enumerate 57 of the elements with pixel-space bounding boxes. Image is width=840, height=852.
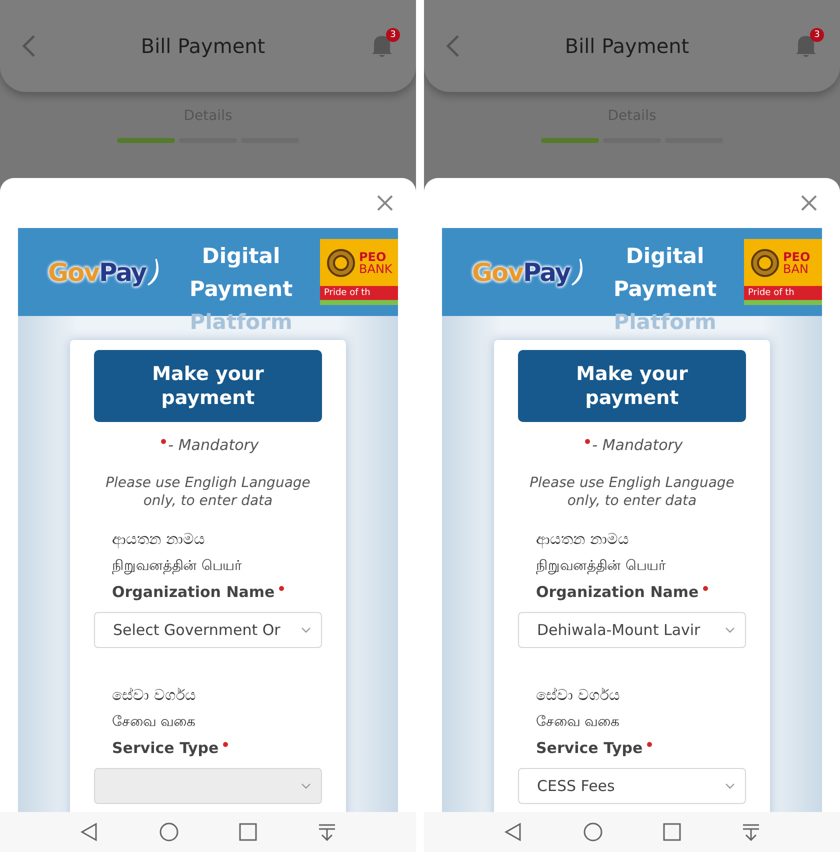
recents-icon[interactable] [239, 823, 258, 841]
field-label: ආයතන නාමය [535, 529, 630, 550]
download-icon[interactable] [318, 823, 336, 841]
emblem-icon [326, 248, 356, 278]
chevron-down-icon [725, 783, 735, 789]
bank-name: PEO [783, 250, 810, 262]
bank-name: PEO [359, 250, 388, 262]
logo: GovPay [472, 257, 586, 287]
close-icon[interactable] [800, 194, 818, 212]
chevron-down-icon [301, 783, 311, 789]
banner-title-line: Digital [626, 242, 704, 270]
emblem-icon [750, 248, 780, 278]
field-label: சேவை வகை [111, 713, 196, 732]
recents-icon[interactable] [663, 823, 682, 841]
field-label: ආයතන නාමය [111, 529, 206, 550]
mandatory-note: - Mandatory [168, 436, 259, 454]
field-label: Service Type [112, 738, 219, 759]
instruction-text: Please use Engligh Language only, to enter data [104, 474, 312, 510]
page-title: Bill Payment [140, 34, 266, 58]
banner-title-line: Platform [614, 308, 716, 336]
make-payment-button[interactable]: Make your payment [94, 350, 322, 422]
field-label: Organization Name [536, 582, 699, 603]
bank-name: BANK [359, 262, 392, 274]
make-payment-button[interactable]: Make your payment [518, 350, 746, 422]
back-icon[interactable] [504, 822, 522, 842]
instruction-text: Please use Engligh Language only, to enter data [528, 474, 736, 510]
notification-badge: 3 [810, 28, 824, 42]
bank-tagline: Pride of th [744, 286, 822, 300]
chevron-down-icon [725, 627, 735, 633]
select-field[interactable]: Select Government Or [94, 612, 322, 648]
bank-name: BAN [783, 262, 810, 274]
chevron-down-icon [301, 627, 311, 633]
field-label: சேவை வகை [535, 713, 620, 732]
required-mark-icon [161, 438, 166, 444]
field-label: நிறுவனத்தின் பெயர் [535, 557, 667, 576]
select-field[interactable]: Dehiwala-Mount Lavir [518, 612, 746, 648]
banner-title-line: Platform [190, 308, 292, 336]
mandatory-note: - Mandatory [592, 436, 683, 454]
field-label: සේවා වර්ගය [111, 685, 197, 706]
required-mark-icon [585, 438, 590, 444]
back-icon[interactable] [80, 822, 98, 842]
banner-title-line: Payment [613, 276, 717, 302]
field-label: සේවා වර්ගය [535, 685, 621, 706]
home-icon[interactable] [582, 822, 603, 842]
notification-badge: 3 [386, 28, 400, 42]
select-field[interactable]: CESS Fees [518, 768, 746, 804]
banner-title-line: Payment [189, 276, 293, 302]
close-icon[interactable] [376, 194, 394, 212]
field-label: நிறுவனத்தின் பெயர் [111, 557, 243, 576]
field-label: Service Type [536, 738, 643, 759]
bank-tagline: Pride of th [320, 286, 398, 300]
field-label: Organization Name [112, 582, 275, 603]
logo: GovPay [48, 257, 162, 287]
download-icon[interactable] [742, 823, 760, 841]
home-icon[interactable] [158, 822, 179, 842]
page-title: Bill Payment [564, 34, 690, 58]
banner-title-line: Digital [202, 242, 280, 270]
